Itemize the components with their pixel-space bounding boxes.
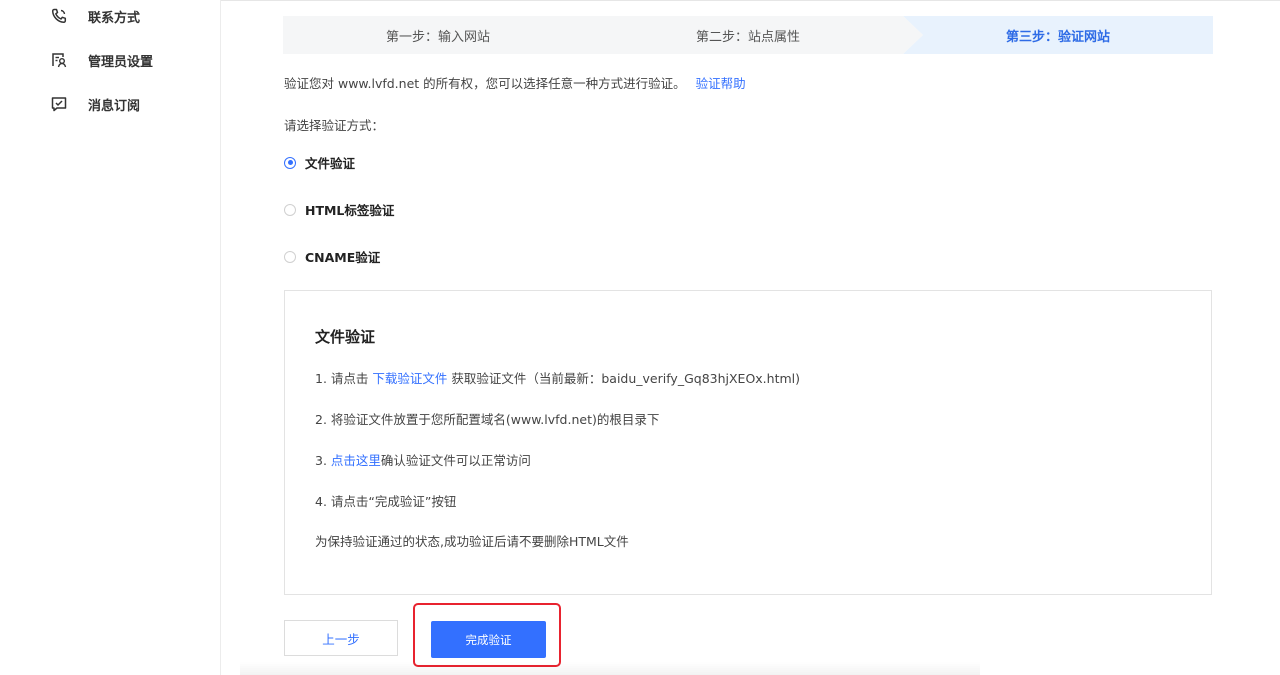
panel-title: 文件验证 <box>315 328 376 346</box>
step3-prefix: 3. <box>315 453 331 468</box>
radio-file[interactable] <box>284 156 296 169</box>
step-2: 第二步：站点属性 <box>695 29 800 45</box>
check-access-link[interactable]: 点击这里 <box>331 453 381 468</box>
bottom-shadow <box>240 662 980 675</box>
instruction-step-1: 1. 请点击 下载验证文件 获取验证文件（当前最新：baidu_verify_G… <box>315 368 800 387</box>
step-indicator: 第一步：输入网站 第二步：站点属性 第三步：验证网站 <box>283 16 1213 54</box>
step1-suffix: 获取验证文件（当前最新：baidu_verify_Gq83hjXEOx.html… <box>447 371 801 386</box>
download-verify-file-link[interactable]: 下载验证文件 <box>372 371 447 386</box>
sidebar-item-label: 联系方式 <box>88 10 141 26</box>
step3-suffix: 确认验证文件可以正常访问 <box>380 453 531 468</box>
message-subscription-icon <box>50 95 68 113</box>
instruction-step-2: 2. 将验证文件放置于您所配置域名(www.lvfd.net)的根目录下 <box>315 412 660 427</box>
ownership-description: 验证您对 www.lvfd.net 的所有权，您可以选择任意一种方式进行验证。 … <box>284 73 746 92</box>
keep-file-note: 为保持验证通过的状态,成功验证后请不要删除HTML文件 <box>315 534 629 549</box>
phone-icon <box>50 7 68 25</box>
step-3: 第三步：验证网站 <box>1005 29 1110 45</box>
radio-cname[interactable] <box>284 250 296 263</box>
instruction-step-4: 4. 请点击“完成验证”按钮 <box>315 494 457 509</box>
choose-method-label: 请选择验证方式： <box>284 118 385 133</box>
instruction-step-3: 3. 点击这里确认验证文件可以正常访问 <box>315 450 531 469</box>
file-verify-panel: 文件验证 1. 请点击 下载验证文件 获取验证文件（当前最新：baidu_ver… <box>284 290 1212 595</box>
complete-verify-button[interactable]: 完成验证 <box>431 621 546 658</box>
sidebar-item-label: 管理员设置 <box>88 54 154 70</box>
sidebar-item-message-subscription[interactable]: 消息订阅 <box>50 92 140 116</box>
method-file-option[interactable]: 文件验证 <box>284 153 355 172</box>
sidebar: 联系方式 管理员设置 消息订阅 <box>0 0 221 675</box>
method-label: HTML标签验证 <box>305 203 395 218</box>
method-html-option[interactable]: HTML标签验证 <box>284 200 394 219</box>
sidebar-item-admin-settings[interactable]: 管理员设置 <box>50 48 153 72</box>
verify-help-link[interactable]: 验证帮助 <box>696 76 746 91</box>
sidebar-item-contact[interactable]: 联系方式 <box>50 4 140 28</box>
prev-step-button[interactable]: 上一步 <box>284 620 398 656</box>
sidebar-item-label: 消息订阅 <box>88 98 141 114</box>
method-label: CNAME验证 <box>305 250 381 265</box>
step-1: 第一步：输入网站 <box>385 29 490 45</box>
method-label: 文件验证 <box>305 156 356 171</box>
step1-prefix: 1. 请点击 <box>315 371 373 386</box>
admin-settings-icon <box>50 51 68 69</box>
description-text: 验证您对 www.lvfd.net 的所有权，您可以选择任意一种方式进行验证。 <box>284 76 686 91</box>
method-cname-option[interactable]: CNAME验证 <box>284 247 380 266</box>
radio-html[interactable] <box>284 203 296 216</box>
